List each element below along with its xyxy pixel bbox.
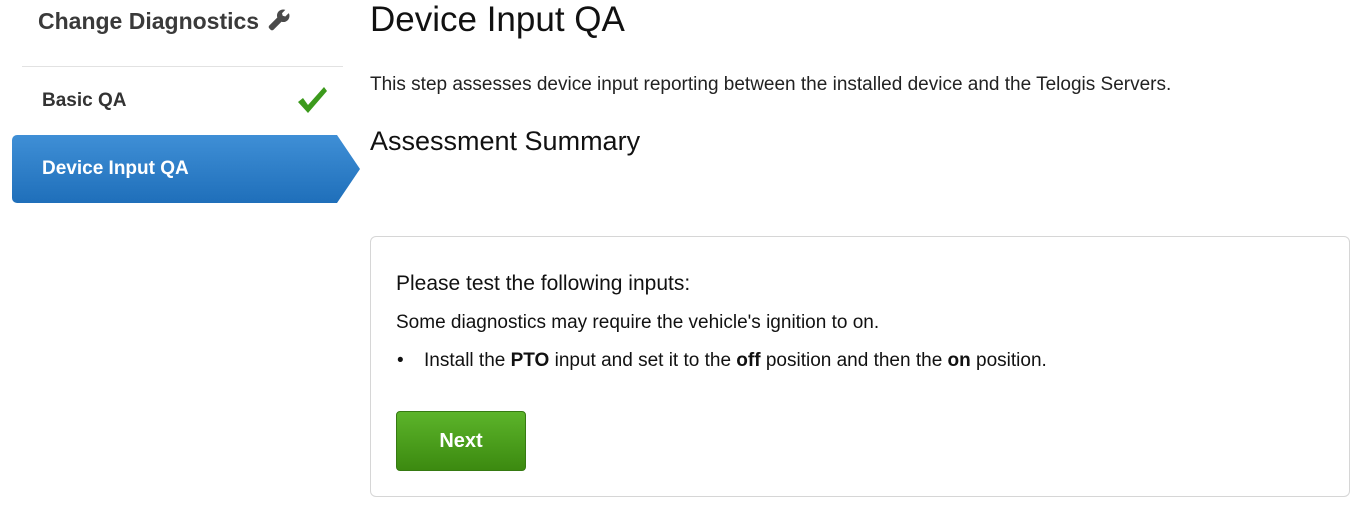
bullet-icon: • [397, 350, 404, 371]
page-title: Device Input QA [370, 0, 625, 39]
step-device-input-qa[interactable]: Device Input QA [12, 135, 360, 203]
next-button[interactable]: Next [396, 411, 526, 471]
checkmark-icon [298, 87, 327, 113]
sidebar-title: Change Diagnostics [38, 8, 291, 35]
step-basic-qa-label: Basic QA [42, 90, 127, 111]
sidebar-title-text: Change Diagnostics [38, 8, 260, 34]
step-device-input-qa-label: Device Input QA [42, 158, 189, 179]
instruction-text: Install the PTO input and set it to the … [424, 350, 1047, 371]
assessment-summary-heading: Assessment Summary [370, 126, 641, 156]
instruction-card: Please test the following inputs: Some d… [370, 236, 1350, 497]
step-basic-qa[interactable]: Basic QA [12, 67, 360, 135]
ignition-note: Some diagnostics may require the vehicle… [396, 312, 880, 333]
list-item: • Install the PTO input and set it to th… [396, 350, 1047, 372]
input-name: PTO [510, 350, 550, 371]
second-position: on [947, 350, 971, 371]
card-heading: Please test the following inputs: [396, 272, 691, 295]
step-description: This step assesses device input reportin… [370, 74, 1172, 95]
wrench-icon [268, 9, 290, 30]
first-position: off [736, 350, 761, 371]
input-list: • Install the PTO input and set it to th… [396, 350, 1047, 372]
